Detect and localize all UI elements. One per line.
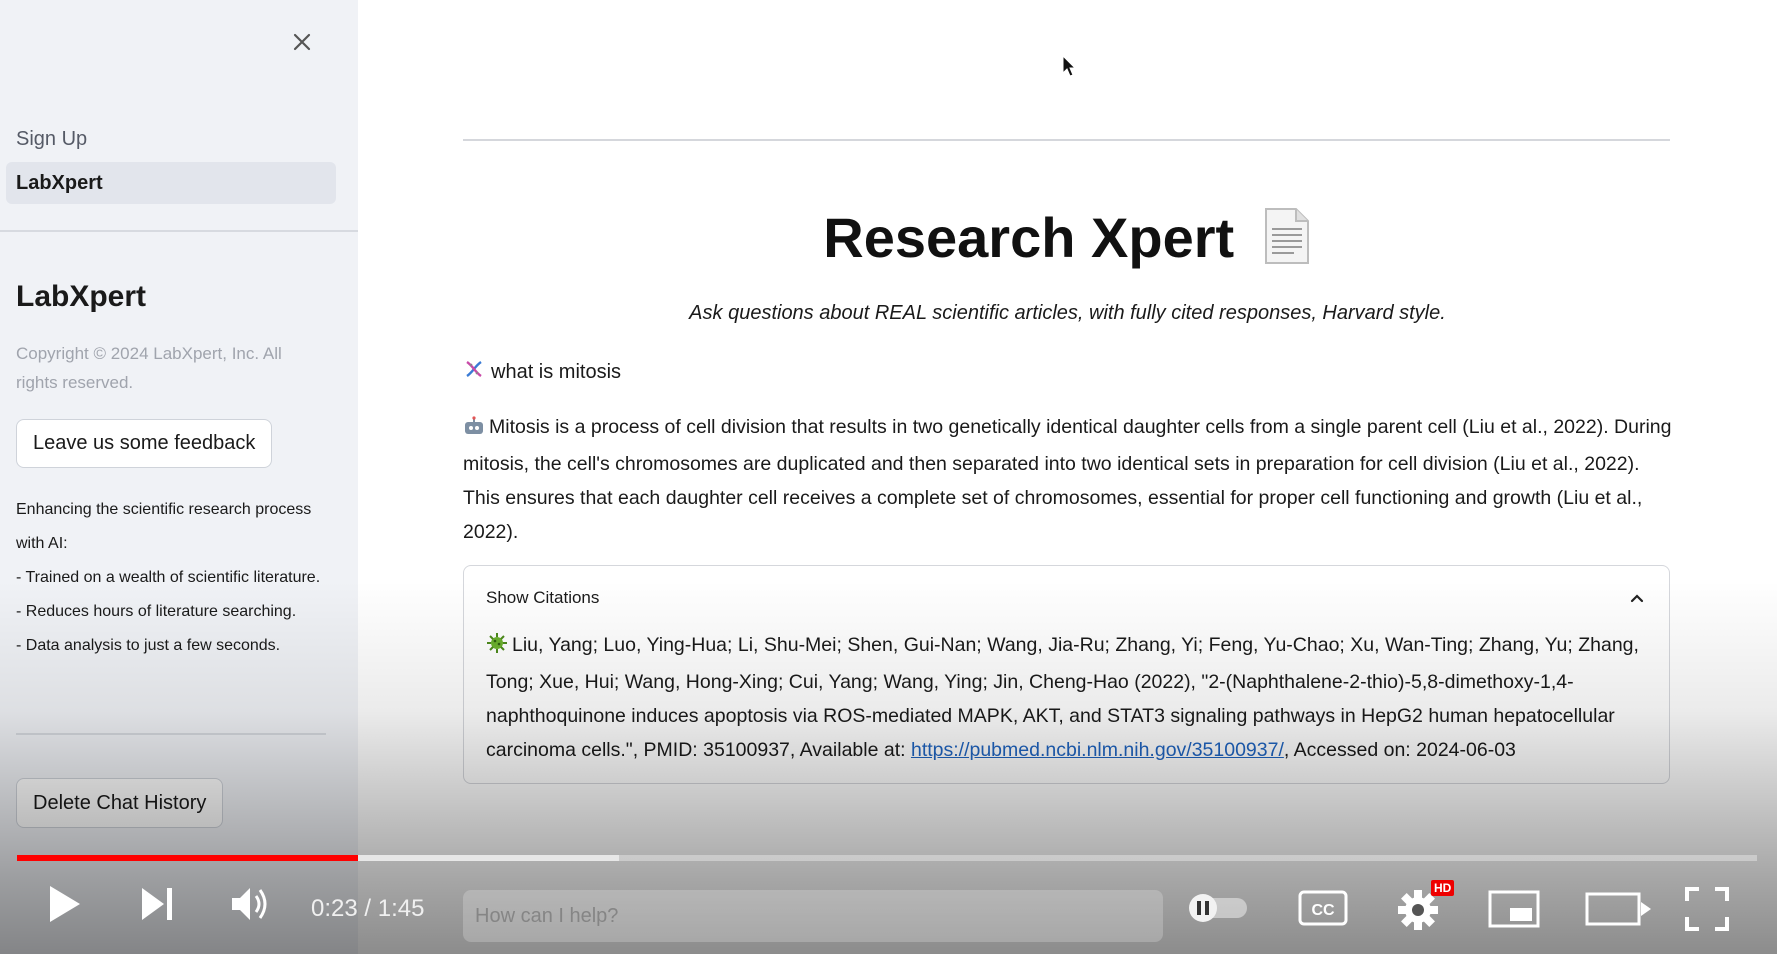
description-line: - Trained on a wealth of scientific lite…: [16, 569, 321, 586]
sidebar-nav: Sign Up LabXpert: [6, 118, 336, 206]
assistant-answer: Mitosis is a process of cell division th…: [463, 410, 1673, 549]
next-icon[interactable]: [138, 882, 178, 931]
sidebar-item-labxpert[interactable]: LabXpert: [6, 162, 336, 204]
volume-icon[interactable]: [228, 882, 274, 931]
close-icon[interactable]: [288, 28, 316, 56]
sidebar: Sign Up LabXpert LabXpert Copyright © 20…: [0, 0, 358, 954]
captions-icon[interactable]: CC: [1298, 888, 1348, 933]
theater-mode-icon[interactable]: [1585, 888, 1655, 935]
page-subtitle: Ask questions about REAL scientific arti…: [689, 302, 1446, 324]
description-line: Enhancing the scientific research proces…: [16, 501, 312, 552]
citations-panel: Show Citations Liu, Yang; Luo, Ying-Hua;: [463, 565, 1670, 784]
chat-input[interactable]: [463, 890, 1163, 942]
document-icon: [1262, 207, 1312, 278]
header-divider: [463, 139, 1670, 141]
copyright-text: Copyright © 2024 LabXpert, Inc. All righ…: [16, 344, 282, 392]
progress-bar[interactable]: [17, 855, 1757, 861]
answer-text: Mitosis is a process of cell division th…: [463, 416, 1672, 543]
time-display: 0:23 / 1:45: [311, 895, 425, 922]
feedback-button[interactable]: Leave us some feedback: [16, 419, 273, 468]
progress-played: [17, 855, 359, 861]
sidebar-brand: LabXpert: [16, 280, 147, 313]
play-icon[interactable]: [44, 882, 84, 931]
sidebar-item-sign-up[interactable]: Sign Up: [6, 118, 336, 160]
miniplayer-icon[interactable]: [1488, 888, 1540, 935]
fullscreen-icon[interactable]: [1685, 887, 1729, 936]
svg-text:CC: CC: [1311, 902, 1335, 919]
dna-icon: [463, 358, 485, 386]
page-title-text: Research Xpert: [823, 206, 1235, 269]
chevron-up-icon[interactable]: [1627, 588, 1647, 608]
sidebar-divider: [0, 230, 358, 232]
description-line: - Reduces hours of literature searching.: [16, 603, 297, 620]
citation-accessed: , Accessed on: 2024-06-03: [1283, 739, 1516, 761]
mouse-cursor-icon: [1062, 54, 1078, 84]
question-text: what is mitosis: [491, 360, 622, 383]
sidebar-description: Enhancing the scientific research proces…: [16, 493, 336, 663]
hd-badge: HD: [1431, 880, 1455, 896]
citation-entry: Liu, Yang; Luo, Ying-Hua; Li, Shu-Mei; S…: [486, 628, 1646, 767]
description-line: - Data analysis to just a few seconds.: [16, 637, 281, 654]
sidebar-divider: [16, 733, 326, 735]
autoplay-toggle-icon[interactable]: [1183, 888, 1253, 933]
main-content: Research Xpert Ask questions about REAL …: [358, 0, 1777, 954]
show-citations-toggle[interactable]: Show Citations: [486, 588, 599, 608]
page-title: Research Xpert: [358, 205, 1777, 278]
robot-icon: [463, 413, 485, 447]
delete-chat-history-button[interactable]: Delete Chat History: [16, 778, 224, 828]
user-question: what is mitosis: [463, 358, 621, 386]
citation-link[interactable]: https://pubmed.ncbi.nlm.nih.gov/35100937…: [911, 739, 1284, 761]
microbe-icon: [486, 631, 508, 665]
